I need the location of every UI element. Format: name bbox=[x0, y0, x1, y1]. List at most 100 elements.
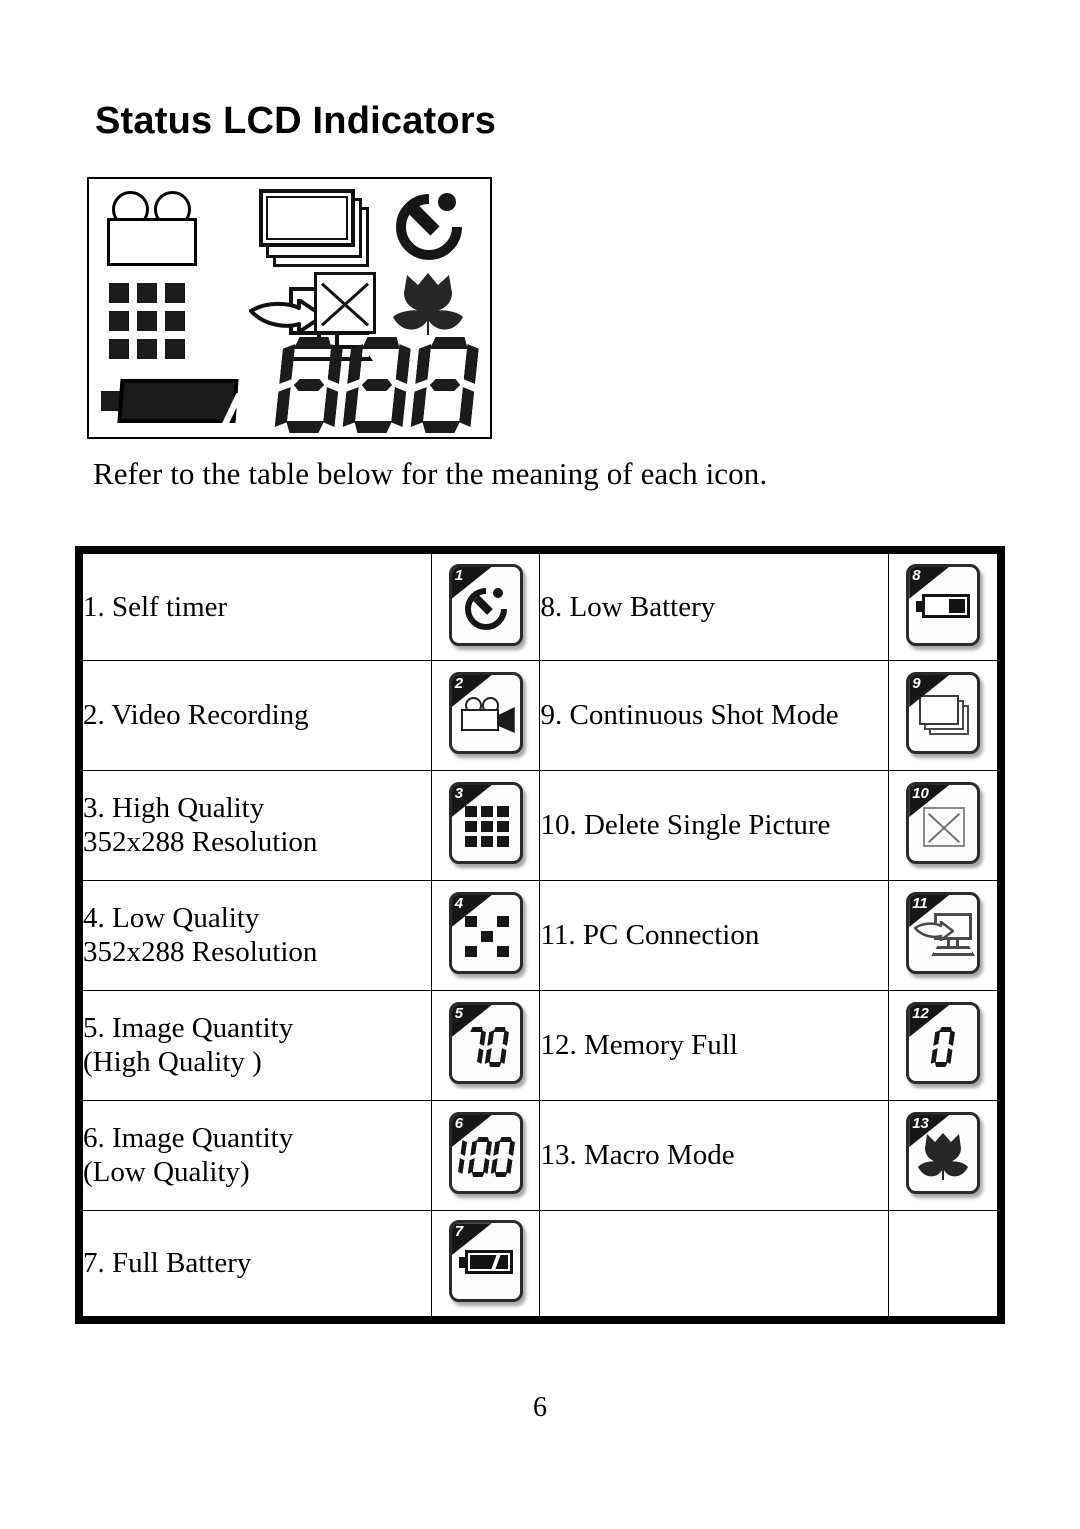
badge-number: 9 bbox=[912, 675, 921, 692]
item-label: Delete Single Picture bbox=[583, 808, 831, 841]
counter-100-icon: 6 bbox=[448, 1112, 523, 1194]
badge-number: 10 bbox=[912, 785, 929, 802]
seven-segment-digit bbox=[461, 1027, 487, 1067]
table-cell-icon: 4 bbox=[431, 879, 541, 991]
badge-number: 2 bbox=[454, 675, 464, 692]
item-label: Image Quantity bbox=[112, 1011, 294, 1044]
item-label: PC Connection bbox=[582, 918, 760, 951]
table-cell-icon: 8 bbox=[888, 549, 1002, 661]
item-number: 4. bbox=[83, 901, 112, 934]
table-cell-icon: 9 bbox=[888, 659, 1002, 771]
table-cell-icon: 3 bbox=[431, 769, 541, 881]
status-icon-table: 1. Self timer 1 8. Low Battery 8 2. Vide… bbox=[75, 546, 1005, 1324]
item-label-line2: (Low Quality) bbox=[83, 1156, 250, 1188]
item-number: 8. bbox=[540, 590, 570, 623]
table-cell-label: 4. Low Quality 352x288 Resolution bbox=[78, 879, 433, 991]
instruction-caption: Refer to the table below for the meaning… bbox=[93, 456, 768, 491]
table-cell-icon: 5 bbox=[431, 989, 541, 1101]
quality-grid-icon bbox=[109, 283, 185, 359]
high-quality-grid-icon: 3 bbox=[448, 782, 523, 864]
table-cell-label: 1. Self timer bbox=[78, 549, 433, 661]
badge-number: 6 bbox=[454, 1115, 464, 1132]
table-cell-label: 3. High Quality 352x288 Resolution bbox=[78, 769, 433, 881]
table-cell-label: 2. Video Recording bbox=[78, 659, 433, 771]
low-quality-dots-icon: 4 bbox=[448, 892, 523, 974]
seven-segment-digit bbox=[274, 337, 344, 433]
pc-connection-icon: 11 bbox=[906, 892, 981, 974]
table-cell-icon: 11 bbox=[888, 879, 1002, 991]
table-cell-label: 6. Image Quantity (Low Quality) bbox=[78, 1099, 433, 1211]
self-timer-icon bbox=[389, 187, 469, 267]
seven-segment-digit bbox=[410, 337, 480, 433]
macro-flower-icon: 13 bbox=[906, 1112, 981, 1194]
table-cell-icon: 6 bbox=[431, 1099, 541, 1211]
item-number: 13. bbox=[540, 1138, 584, 1171]
item-number: 6. bbox=[83, 1121, 112, 1154]
status-lcd-illustration bbox=[87, 177, 492, 439]
item-number: 9. bbox=[540, 698, 570, 731]
item-number: 1. bbox=[83, 590, 112, 623]
table-cell-label: 8. Low Battery bbox=[539, 549, 890, 661]
video-camera-icon bbox=[107, 191, 237, 269]
table-row: 5. Image Quantity (High Quality ) 5 12. … bbox=[78, 989, 1002, 1101]
item-label: Continuous Shot Mode bbox=[569, 698, 839, 731]
item-label: High Quality bbox=[112, 791, 265, 824]
badge-number: 12 bbox=[912, 1005, 929, 1022]
grid-cell bbox=[165, 339, 185, 359]
table-row: 1. Self timer 1 8. Low Battery 8 bbox=[78, 549, 1002, 661]
counter-70-icon: 5 bbox=[448, 1002, 523, 1084]
table-cell-label: 12. Memory Full bbox=[539, 989, 890, 1101]
item-label: Image Quantity bbox=[112, 1121, 294, 1154]
grid-cell bbox=[109, 339, 129, 359]
table-row: 3. High Quality 352x288 Resolution 3 10.… bbox=[78, 769, 1002, 881]
battery-icon bbox=[101, 375, 244, 427]
table-row: 7. Full Battery 7 bbox=[78, 1209, 1002, 1321]
seven-segment-digit bbox=[490, 1137, 516, 1177]
table-cell-label: 11. PC Connection bbox=[539, 879, 890, 991]
item-label: Low Quality bbox=[112, 901, 260, 934]
item-number: 7. bbox=[83, 1247, 112, 1280]
self-timer-icon: 1 bbox=[448, 563, 523, 646]
item-label: Low Battery bbox=[569, 590, 716, 623]
low-battery-icon: 8 bbox=[906, 563, 981, 646]
table-row: 4. Low Quality 352x288 Resolution 4 11. … bbox=[78, 879, 1002, 991]
seven-segment-counter bbox=[279, 337, 479, 433]
seven-segment-digit bbox=[484, 1027, 510, 1067]
table-cell-label: 10. Delete Single Picture bbox=[539, 769, 890, 881]
table-cell-icon: 12 bbox=[888, 989, 1002, 1101]
stacked-photos-icon bbox=[259, 189, 374, 271]
item-label: Memory Full bbox=[583, 1028, 738, 1061]
badge-number: 13 bbox=[912, 1115, 929, 1132]
continuous-shot-icon: 9 bbox=[906, 672, 981, 754]
item-number: 12. bbox=[540, 1028, 584, 1061]
item-number: 5. bbox=[83, 1011, 112, 1044]
badge-number: 7 bbox=[454, 1223, 464, 1241]
item-label-line2: 352x288 Resolution bbox=[83, 936, 318, 968]
item-number: 10. bbox=[540, 808, 584, 841]
table-cell-icon: 2 bbox=[431, 659, 541, 771]
grid-cell bbox=[165, 283, 185, 303]
grid-cell bbox=[165, 311, 185, 331]
photo-sheet-front bbox=[259, 189, 355, 247]
item-number: 3. bbox=[83, 791, 112, 824]
item-label: Macro Mode bbox=[583, 1138, 735, 1171]
table-row: 6. Image Quantity (Low Quality) 6 13. Ma… bbox=[78, 1099, 1002, 1211]
item-number: 2. bbox=[83, 698, 112, 731]
badge-number: 5 bbox=[454, 1005, 464, 1022]
item-label: Full Battery bbox=[112, 1247, 252, 1280]
table-cell-label: 9. Continuous Shot Mode bbox=[539, 659, 890, 771]
badge-number: 8 bbox=[912, 566, 921, 584]
table-cell-icon: 10 bbox=[888, 769, 1002, 881]
video-camera-icon: 2 bbox=[448, 672, 523, 754]
table-cell-label: 13. Macro Mode bbox=[539, 1099, 890, 1211]
table-cell-label: 7. Full Battery bbox=[78, 1209, 433, 1321]
item-label: Self timer bbox=[112, 590, 228, 623]
battery-body-shape bbox=[117, 379, 244, 427]
badge-number: 11 bbox=[912, 895, 928, 912]
grid-cell bbox=[109, 283, 129, 303]
delete-picture-icon: 10 bbox=[906, 782, 981, 864]
item-label-line2: 352x288 Resolution bbox=[83, 826, 318, 858]
table-cell-label-empty bbox=[539, 1209, 890, 1321]
grid-cell bbox=[137, 339, 157, 359]
item-number: 11. bbox=[540, 918, 583, 951]
